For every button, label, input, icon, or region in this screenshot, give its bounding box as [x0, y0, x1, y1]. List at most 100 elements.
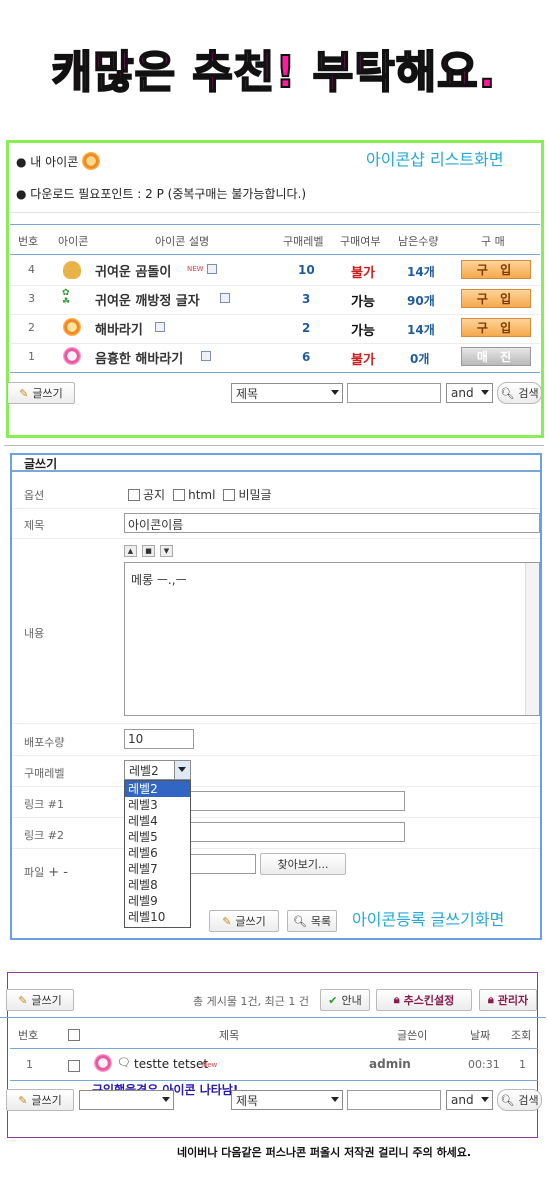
file-input[interactable] — [190, 854, 256, 874]
row-desc[interactable]: 귀여운 곰돌이 — [95, 261, 171, 280]
level-dropdown-list: 레벨2 레벨3 레벨4 레벨5 레벨6 레벨7 레벨8 레벨9 레벨10 — [124, 780, 191, 928]
category-select[interactable] — [79, 1090, 174, 1110]
lock-icon: 🔒︎ — [487, 993, 494, 1006]
textarea-resize-controls: ▲ ■ ▼ — [124, 545, 173, 557]
level-option[interactable]: 레벨4 — [125, 813, 190, 829]
secret-label: 비밀글 — [238, 488, 272, 502]
resize-up-icon[interactable]: ▲ — [124, 545, 137, 557]
board-search-button[interactable]: 🔍︎ 검색 — [497, 1089, 542, 1111]
buy-button[interactable]: 구 입 — [461, 318, 531, 337]
resize-reset-icon[interactable]: ■ — [142, 545, 155, 557]
board-search-op-select[interactable]: and — [446, 1090, 493, 1110]
subject-label: 제목 — [24, 519, 45, 532]
checkbox[interactable] — [223, 488, 236, 501]
board-write-button[interactable]: ✎ 글쓰기 — [6, 989, 74, 1011]
level-select[interactable]: 레벨2 — [124, 760, 191, 780]
pink-sunflower-icon — [94, 1054, 112, 1072]
board-write-button-bottom[interactable]: ✎ 글쓰기 — [6, 1089, 74, 1111]
board-col-author: 글쓴이 — [397, 1029, 428, 1042]
new-badge: New — [202, 1061, 218, 1069]
comment-icon: 🗨︎ — [117, 1056, 131, 1069]
level-option[interactable]: 레벨5 — [125, 829, 190, 845]
level-option[interactable]: 레벨7 — [125, 861, 190, 877]
buy-button[interactable]: 구 입 — [461, 260, 531, 279]
col-qty: 남은수량 — [398, 235, 439, 248]
table-row: 1 🗨︎ testte tetset New admin 00:31 1 — [10, 1050, 538, 1078]
row-no: 4 — [28, 263, 35, 276]
chevron-down-icon — [331, 390, 339, 395]
board-write-label-bottom: 글쓰기 — [31, 1094, 62, 1107]
row-desc[interactable]: 해바라기 — [95, 319, 143, 338]
level-option[interactable]: 레벨8 — [125, 877, 190, 893]
option-label: 옵션 — [24, 489, 45, 502]
banner-title: 캐많은 추천! 부탁해요. — [51, 46, 497, 99]
search-field-select[interactable]: 제목 — [231, 383, 343, 403]
level-label: 구매레벨 — [24, 767, 65, 780]
content-textarea[interactable]: 메롱 ㅡ.,ㅡ — [124, 562, 540, 716]
link1-input[interactable] — [190, 791, 405, 811]
secret-checkbox[interactable]: 비밀글 — [223, 486, 272, 503]
browse-button[interactable]: 찾아보기... — [260, 853, 346, 875]
plugin-settings-button[interactable]: 🔒︎ 추스킨설정 — [376, 989, 472, 1011]
board-row-author[interactable]: admin — [369, 1057, 411, 1071]
col-buy: 구 매 — [481, 235, 505, 248]
qty-label: 배포수량 — [24, 736, 65, 749]
level-select-value: 레벨2 — [129, 763, 159, 778]
file-row-label: 파일 + - — [24, 864, 68, 880]
row-no: 2 — [28, 321, 35, 334]
file-add-remove[interactable]: + - — [48, 865, 68, 880]
pink-sunflower-icon — [63, 347, 81, 365]
select-all-checkbox[interactable] — [68, 1029, 80, 1041]
search-button[interactable]: 🔍︎ 검색 — [497, 382, 542, 404]
qty-input[interactable]: 10 — [124, 729, 194, 749]
admin-button[interactable]: 🔒︎ 관리자 — [479, 989, 537, 1011]
option-group: 공지 html 비밀글 — [128, 486, 272, 503]
buy-button[interactable]: 구 입 — [461, 289, 531, 308]
board-summary: 총 게시물 1건, 최근 1 건 — [193, 995, 309, 1008]
list-button[interactable]: 🔍︎ 목록 — [287, 910, 337, 932]
checkbox[interactable] — [128, 488, 140, 501]
sold-out-button[interactable]: 매 진 — [461, 347, 531, 366]
search-op-select[interactable]: and — [446, 383, 493, 403]
footer-note: 네이버나 다음같은 퍼스나콘 퍼올시 저작권 걸리니 주의 하세요. — [177, 1146, 472, 1159]
row-no: 3 — [28, 292, 35, 305]
col-icon: 아이콘 — [58, 235, 89, 248]
board-col-no: 번호 — [18, 1029, 39, 1042]
level-option[interactable]: 레벨10 — [125, 909, 190, 925]
search-button-label: 검색 — [518, 387, 539, 400]
link2-input[interactable] — [190, 822, 405, 842]
submit-write-label: 글쓰기 — [235, 915, 266, 928]
board-search-op-value: and — [451, 1093, 474, 1107]
notice-checkbox[interactable]: 공지 — [128, 486, 165, 503]
level-option[interactable]: 레벨3 — [125, 797, 190, 813]
file-label: 파일 — [24, 866, 45, 879]
board-row-no: 1 — [26, 1058, 33, 1071]
board-search-label: 검색 — [518, 1094, 539, 1107]
row-desc[interactable]: 음흉한 해바라기 — [95, 348, 183, 367]
level-option[interactable]: 레벨6 — [125, 845, 190, 861]
guide-button[interactable]: ✔ 안내 — [320, 989, 370, 1011]
row-qty: 14개 — [407, 265, 435, 279]
row-no: 1 — [28, 350, 35, 363]
row-desc[interactable]: 귀여운 깨방정 글자 — [95, 290, 200, 309]
board-search-input[interactable] — [347, 1090, 441, 1110]
html-checkbox[interactable]: html — [173, 486, 215, 503]
textarea-scrollbar[interactable] — [525, 563, 539, 715]
col-level: 구매레벨 — [283, 235, 324, 248]
col-no: 번호 — [18, 235, 39, 248]
write-button[interactable]: ✎ 글쓰기 — [7, 382, 75, 404]
level-option[interactable]: 레벨2 — [125, 781, 190, 797]
list-button-label: 목록 — [310, 915, 332, 928]
row-checkbox[interactable] — [68, 1060, 80, 1072]
search-input[interactable] — [347, 383, 441, 403]
board-search-field-select[interactable]: 제목 — [231, 1090, 343, 1110]
resize-down-icon[interactable]: ▼ — [160, 545, 173, 557]
submit-write-button[interactable]: ✎ 글쓰기 — [209, 910, 279, 932]
level-option[interactable]: 레벨9 — [125, 893, 190, 909]
board-row-title[interactable]: testte tetset — [134, 1057, 208, 1071]
row-qty: 14개 — [407, 323, 435, 337]
table-row: 4 귀여운 곰돌이 NEW 10 불가 14개 구 입 — [10, 257, 540, 285]
subject-input[interactable]: 아이콘이름 — [124, 513, 540, 533]
checkbox[interactable] — [173, 488, 186, 501]
content-label: 내용 — [24, 627, 45, 640]
